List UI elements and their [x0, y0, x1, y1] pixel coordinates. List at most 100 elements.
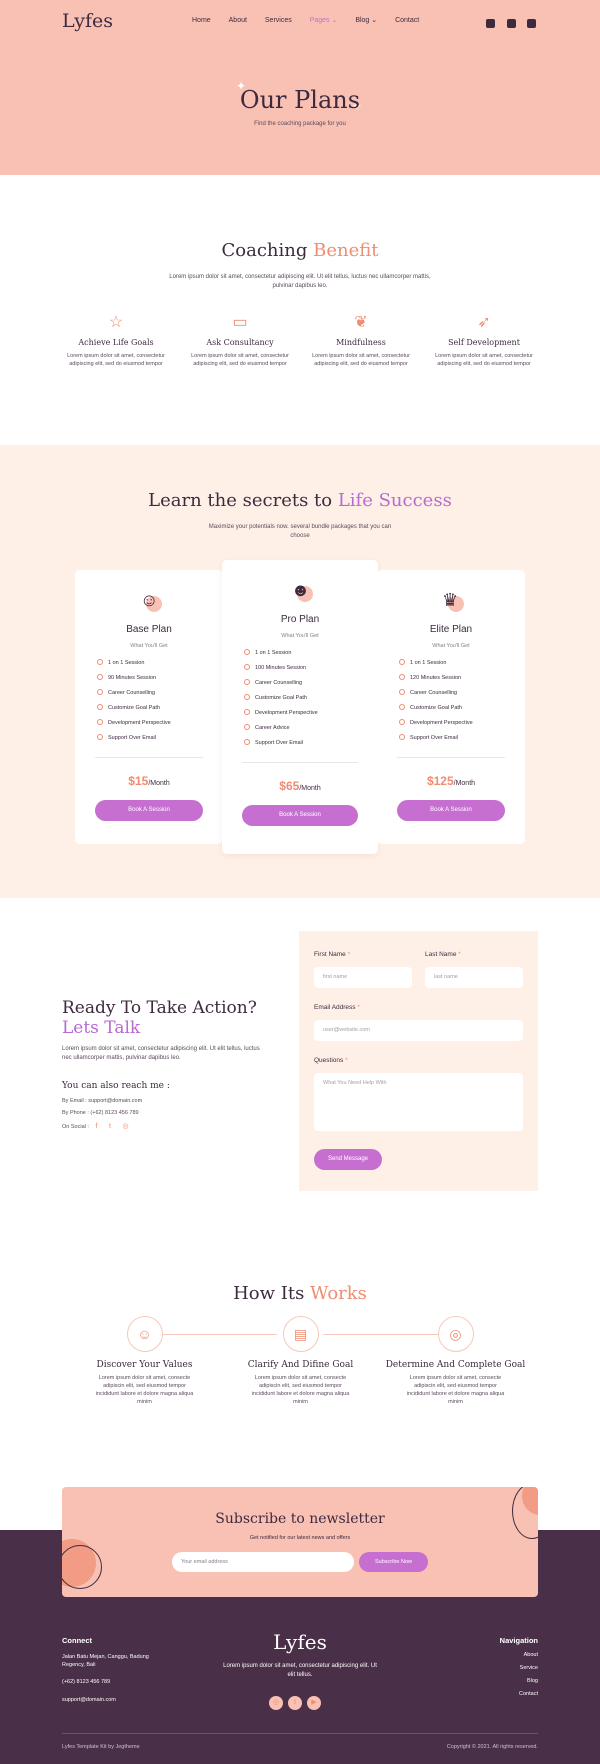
plan-price: $125/Month: [426, 774, 476, 788]
footer-email[interactable]: support@domain.com: [62, 1696, 116, 1704]
feature-item: Career Counselling: [399, 689, 525, 704]
step-desc: Lorem ipsum dolor sit amet, consecte adi…: [95, 1375, 194, 1405]
plans-title-b: Life Success: [337, 490, 452, 511]
benefit-title-b: Benefit: [313, 240, 379, 261]
facebook-icon[interactable]: f: [95, 1123, 102, 1130]
check-icon: [244, 739, 250, 745]
contact-phone[interactable]: By Phone : (+62) 8123 456 789: [62, 1110, 139, 1116]
benefit-item-desc: Lorem ipsum dolor sit amet, consectetur …: [191, 353, 289, 367]
menu-item-pages[interactable]: Pages ⌄: [310, 16, 338, 24]
contact-social: On Social : f t ◎: [62, 1122, 130, 1130]
newsletter-box: Subscribe to newsletter Get notified for…: [62, 1487, 538, 1597]
mind-icon: ☺: [126, 1316, 163, 1352]
footer-nav-blog[interactable]: Blog: [527, 1677, 538, 1685]
contact-title-b: Lets Talk: [62, 1018, 141, 1038]
step-item: ◎ Determine And Complete Goal Lorem ipsu…: [383, 1316, 528, 1406]
decor-ring: [62, 1545, 102, 1589]
feature-item: 90 Minutes Session: [97, 674, 223, 689]
feature-list: 1 on 1 Session 90 Minutes Session Career…: [97, 659, 223, 749]
check-icon: [244, 694, 250, 700]
newsletter-subtitle: Get notified for our latest news and off…: [249, 1535, 351, 1541]
benefit-section: Coaching Benefit Lorem ipsum dolor sit a…: [0, 175, 600, 445]
benefit-item: ▭ Ask Consultancy Lorem ipsum dolor sit …: [185, 313, 295, 368]
footer-nav-about[interactable]: About: [524, 1651, 538, 1659]
leaf-icon: ❦: [354, 314, 368, 331]
benefit-item-desc: Lorem ipsum dolor sit amet, consectetur …: [435, 353, 533, 367]
contact-text: Lorem ipsum dolor sit amet, consectetur …: [62, 1046, 260, 1061]
benefit-lead: Lorem ipsum dolor sit amet, consectetur …: [169, 274, 431, 289]
menu-item-home[interactable]: Home: [192, 17, 211, 24]
book-session-button[interactable]: Book A Session: [95, 800, 203, 821]
book-session-button[interactable]: Book A Session: [397, 800, 505, 821]
check-icon: [97, 674, 103, 680]
logo[interactable]: Lyfes: [62, 10, 113, 32]
questions-textarea[interactable]: What You Need Help With: [314, 1073, 523, 1131]
feature-list: 1 on 1 Session 100 Minutes Session Caree…: [244, 649, 378, 754]
first-name-input[interactable]: first name: [314, 967, 412, 988]
step-item: ▤ Clarify And Difine Goal Lorem ipsum do…: [228, 1316, 373, 1406]
how-title-b: Works: [310, 1283, 367, 1304]
benefit-title-a: Coaching: [221, 240, 314, 261]
head-icon: ☺: [140, 590, 159, 610]
youtube-icon[interactable]: [527, 19, 536, 28]
twitter-icon[interactable]: [506, 19, 516, 28]
menu-item-blog[interactable]: Blog ⌄: [355, 16, 377, 24]
reach-title: You can also reach me :: [62, 1081, 170, 1091]
feature-item: Customize Goal Path: [97, 704, 223, 719]
contact-form: First Name * first name Last Name * last…: [299, 931, 538, 1191]
check-icon: [97, 659, 103, 665]
feature-item: Support Over Email: [244, 739, 378, 754]
twitter-icon[interactable]: t: [109, 1123, 116, 1130]
instagram-icon[interactable]: [486, 19, 496, 28]
how-title: How Its Works: [0, 1283, 600, 1304]
benefit-item-title: Achieve Life Goals: [78, 338, 154, 347]
send-message-button[interactable]: Send Message: [314, 1149, 382, 1170]
check-icon: [399, 734, 405, 740]
footer-address: Jalan Batu Mejan, Canggu, Badung Regency…: [62, 1654, 149, 1668]
how-title-a: How Its: [233, 1283, 311, 1304]
subscribe-button[interactable]: Subscribe Now: [359, 1552, 428, 1572]
check-icon: [97, 704, 103, 710]
contact-email[interactable]: By Email : support@domain.com: [62, 1098, 142, 1104]
plan-name: Pro Plan: [280, 614, 320, 625]
newsletter-title: Subscribe to newsletter: [215, 1511, 385, 1527]
newsletter-email-input[interactable]: Your email address: [172, 1552, 354, 1572]
first-name-label: First Name *: [314, 951, 351, 958]
plan-illustration: ☻: [283, 578, 317, 608]
menu-item-services[interactable]: Services: [265, 17, 292, 24]
check-icon: [244, 649, 250, 655]
plans-section: Learn the secrets to Life Success Maximi…: [0, 445, 600, 898]
plan-illustration: ♛: [434, 588, 468, 618]
book-session-button[interactable]: Book A Session: [242, 805, 358, 826]
benefit-item: ☆ Achieve Life Goals Lorem ipsum dolor s…: [61, 313, 171, 368]
benefit-item-title: Self Development: [448, 338, 520, 347]
instagram-icon[interactable]: ◎: [269, 1696, 283, 1710]
menu-item-contact[interactable]: Contact: [395, 17, 419, 24]
email-input[interactable]: user@website.com: [314, 1020, 523, 1041]
footer-nav-service[interactable]: Service: [520, 1664, 538, 1672]
benefit-item-desc: Lorem ipsum dolor sit amet, consectetur …: [312, 353, 410, 367]
menu-item-about[interactable]: About: [229, 17, 247, 24]
plan-subtitle: What You'll Get: [432, 643, 470, 649]
footer-phone[interactable]: (+62) 8123 456 789: [62, 1678, 110, 1686]
target-icon: ◎: [437, 1316, 474, 1352]
divider: [95, 757, 203, 758]
twitter-icon[interactable]: t: [288, 1696, 302, 1710]
plan-price: $15/Month: [128, 774, 170, 788]
last-name-input[interactable]: last name: [425, 967, 523, 988]
benefit-item-desc: Lorem ipsum dolor sit amet, consectetur …: [67, 353, 165, 367]
last-name-label: Last Name *: [425, 951, 461, 958]
step-title: Determine And Complete Goal: [385, 1360, 526, 1370]
instagram-icon[interactable]: ◎: [123, 1122, 130, 1130]
feature-item: Customize Goal Path: [399, 704, 525, 719]
youtube-icon[interactable]: ▶: [307, 1696, 321, 1710]
contact-section: Ready To Take Action? Lets Talk Lorem ip…: [0, 898, 600, 1238]
check-icon: [244, 709, 250, 715]
footer-credit: Lyfes Template Kit by Jegtheme: [62, 1744, 140, 1750]
check-icon: [97, 689, 103, 695]
plan-name: Elite Plan: [429, 624, 473, 635]
feature-item: Career Counselling: [97, 689, 223, 704]
plans-title: Learn the secrets to Life Success: [0, 490, 600, 511]
clipboard-icon: ▤: [282, 1316, 319, 1352]
footer-nav-contact[interactable]: Contact: [519, 1690, 538, 1698]
